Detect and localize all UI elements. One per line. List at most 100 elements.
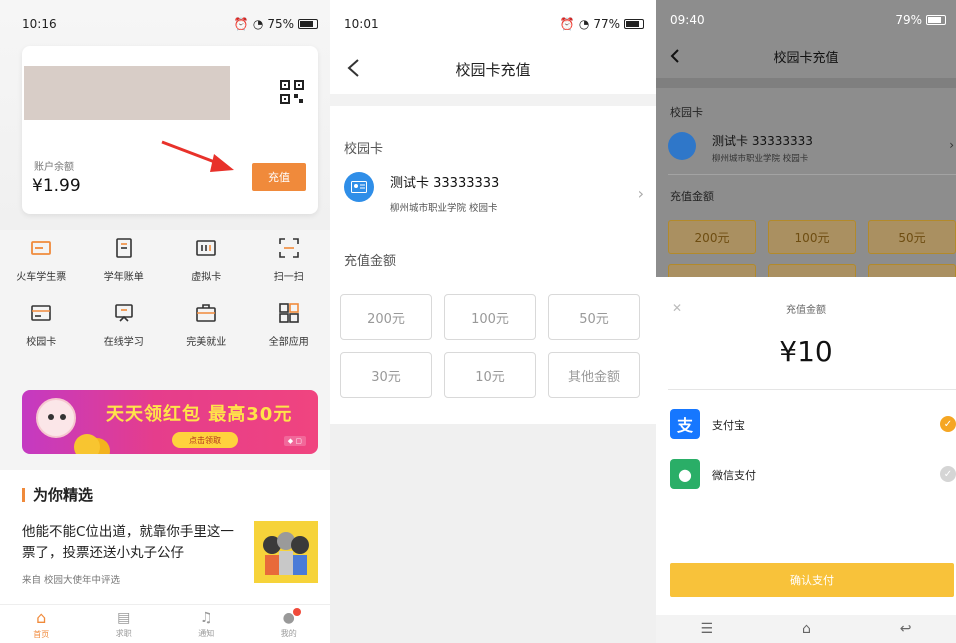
ticket-icon [31, 241, 52, 255]
online-study-icon [114, 304, 133, 322]
amount-option[interactable]: 200元 [340, 294, 432, 340]
chevron-right-icon: › [637, 184, 644, 203]
red-arrow-annotation [161, 140, 234, 172]
red-packet-banner[interactable]: 天天领红包 最高30元 点击领取 ◆ ▢ [22, 390, 318, 454]
notification-dot [292, 607, 301, 616]
grid-item-annual-bill[interactable]: 学年账单 [83, 236, 166, 283]
page-title: 校园卡充值 [773, 50, 839, 66]
unchecked-icon: ✓ [940, 466, 956, 482]
amount-option-other[interactable]: 其他金额 [548, 352, 640, 398]
amount-option[interactable]: 30元 [340, 352, 432, 398]
amount-option[interactable]: 200元 [668, 220, 756, 254]
home-icon: ⌂ [36, 608, 47, 627]
tab-home[interactable]: ⌂ 首页 [33, 608, 49, 640]
dimmed-background: 09:40 79% 校园卡充值 校园卡 测试卡 33333333 柳州城市职业学… [656, 0, 956, 298]
battery-text: 77% [593, 17, 620, 31]
sheet-title: 充值金额 [786, 305, 826, 316]
checked-icon: ✓ [940, 416, 956, 432]
account-card: 账户余额 ¥1.99 充值 [22, 46, 318, 214]
recharge-screen: 10:01 ⏰ ◔ 77% 校园卡充值 校园卡 测试卡 33333333 柳州城… [330, 0, 656, 643]
bill-icon [115, 238, 132, 258]
battery-icon [926, 15, 946, 25]
page-title: 校园卡充值 [455, 60, 531, 79]
tab-notifications[interactable]: ♫ 通知 [198, 610, 214, 639]
divider [668, 174, 956, 175]
tab-profile[interactable]: ● 我的 [281, 607, 301, 639]
amount-option[interactable]: 50元 [548, 294, 640, 340]
banner-logo: ◆ ▢ [283, 436, 306, 446]
sheet-amount: ¥10 [779, 335, 833, 368]
confirm-pay-button[interactable]: 确认支付 [670, 563, 954, 597]
grid-item-online-study[interactable]: 在线学习 [83, 301, 166, 348]
balance-label: 账户余额 [34, 162, 74, 173]
back-icon[interactable] [670, 48, 680, 64]
wifi-icon: ◔ [252, 17, 264, 31]
home-screen: 10:16 ⏰ ◔ 75% 账户余额 ¥1.99 充值 火车学生票 学年账单 虚… [0, 0, 330, 643]
jobs-icon: ▤ [117, 609, 131, 626]
wifi-icon: ◔ [578, 17, 590, 31]
article-thumbnail[interactable] [254, 521, 318, 583]
status-time: 09:40 [670, 13, 705, 27]
status-time: 10:01 [344, 17, 379, 31]
page-header: 校园卡充值 [656, 36, 956, 76]
status-time: 10:16 [22, 17, 57, 31]
bottom-tab-bar: ⌂ 首页 ▤ 求职 ♫ 通知 ● 我的 [0, 604, 330, 643]
section-title: 为你精选 [22, 488, 93, 503]
virtual-card-icon [196, 240, 217, 256]
coins-icon [74, 434, 100, 454]
grid-item-employment[interactable]: 完美就业 [165, 301, 248, 348]
article-title[interactable]: 他能不能C位出道，就靠你手里这一票了，投票还送小丸子公仔 [22, 522, 244, 564]
grid-item-all-apps[interactable]: 全部应用 [248, 301, 331, 348]
campus-card-row[interactable]: 测试卡 33333333 柳州城市职业学院 校园卡 › [344, 170, 644, 220]
alarm-icon: ⏰ [559, 17, 575, 31]
wechat-icon: ● [670, 459, 700, 489]
app-grid: 火车学生票 学年账单 虚拟卡 扫一扫 校园卡 在线学习 完美就业 全部应用 [0, 236, 330, 348]
scan-icon [278, 238, 299, 258]
id-card-icon [344, 172, 374, 202]
battery-text: 75% [267, 17, 294, 31]
card-section-label: 校园卡 [670, 106, 703, 119]
id-card-icon [668, 132, 696, 160]
amount-option[interactable]: 100元 [444, 294, 536, 340]
bell-icon: ♫ [199, 609, 213, 626]
grid-item-virtual-card[interactable]: 虚拟卡 [165, 236, 248, 283]
back-icon[interactable] [346, 58, 360, 78]
divider [656, 78, 956, 88]
card-name: 测试卡 33333333 [390, 176, 500, 191]
divider [330, 94, 656, 106]
mascot-icon [36, 398, 76, 438]
amount-options: 200元 100元 50元 30元 10元 其他金额 [340, 294, 640, 398]
pay-method-alipay[interactable]: 支 支付宝 ✓ [670, 409, 956, 441]
amount-option[interactable]: 10元 [444, 352, 536, 398]
grid-item-campus-card[interactable]: 校园卡 [0, 301, 83, 348]
amount-option[interactable]: 100元 [768, 220, 856, 254]
grid-item-train-ticket[interactable]: 火车学生票 [0, 236, 83, 283]
campus-card-icon [31, 305, 52, 321]
battery-text: 79% [895, 13, 922, 27]
grid-item-scan[interactable]: 扫一扫 [248, 236, 331, 283]
back-nav-icon[interactable]: ↩ [900, 621, 912, 637]
page-header: 校园卡充值 [330, 46, 656, 92]
card-section-label: 校园卡 [344, 142, 384, 157]
system-nav-bar: ☰ ⌂ ↩ [656, 615, 956, 643]
recharge-button[interactable]: 充值 [252, 163, 306, 191]
briefcase-icon [196, 304, 217, 322]
menu-icon[interactable]: ☰ [700, 621, 713, 637]
banner-claim-button[interactable]: 点击领取 [172, 432, 238, 448]
tab-jobs[interactable]: ▤ 求职 [116, 610, 132, 639]
status-bar: 10:16 ⏰ ◔ 75% [0, 4, 330, 44]
amount-section-label: 充值金额 [670, 190, 714, 203]
chevron-right-icon: › [949, 138, 954, 152]
status-bar: 10:01 ⏰ ◔ 77% [330, 4, 656, 44]
payment-sheet-screen: 09:40 79% 校园卡充值 校园卡 测试卡 33333333 柳州城市职业学… [656, 0, 956, 643]
battery-icon [298, 19, 318, 29]
redacted-account-name [24, 66, 230, 120]
pay-method-wechat[interactable]: ● 微信支付 ✓ [670, 459, 956, 491]
amount-option[interactable]: 50元 [868, 220, 956, 254]
card-school: 柳州城市职业学院 校园卡 [712, 154, 809, 164]
banner-title: 天天领红包 最高30元 [106, 404, 293, 425]
card-school: 柳州城市职业学院 校园卡 [390, 203, 498, 214]
home-icon[interactable]: ⌂ [802, 621, 811, 637]
qr-code-icon[interactable] [280, 80, 304, 104]
status-bar: 09:40 79% [656, 2, 956, 38]
